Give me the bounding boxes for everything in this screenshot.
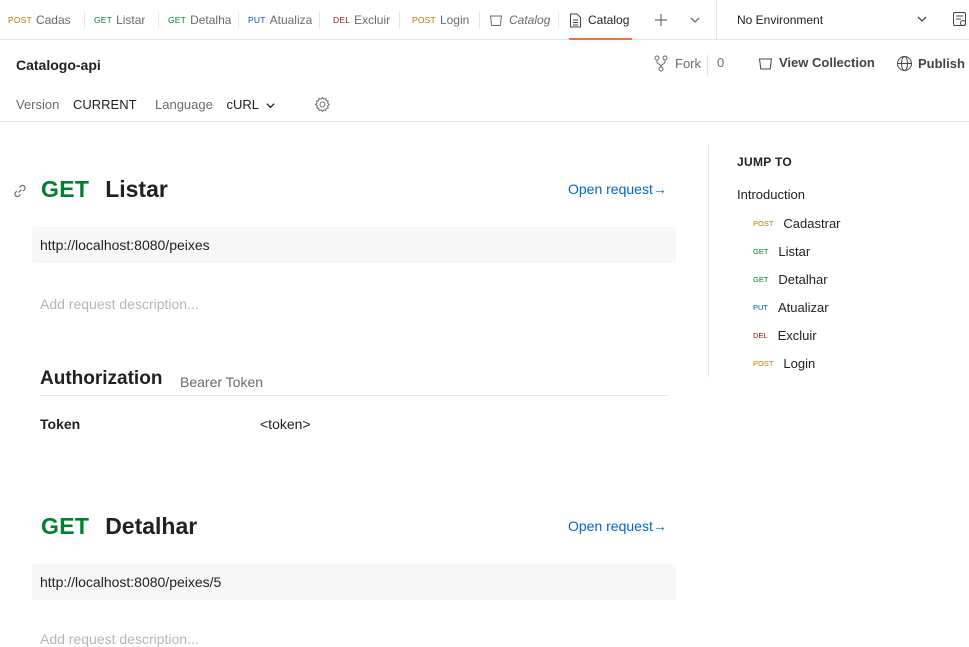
request-name: Listar (105, 176, 168, 202)
method-badge: PUT (248, 15, 266, 25)
authorization-type: Bearer Token (180, 374, 264, 390)
request-url: http://localhost:8080/peixes/5 (32, 564, 676, 600)
open-request-link[interactable]: Open request→ (568, 181, 667, 197)
method-badge: GET (753, 247, 769, 256)
tab-post-login[interactable]: POST Login (412, 0, 480, 40)
jump-to-item-login[interactable]: POST Login (753, 356, 815, 371)
tab-get-detalhar[interactable]: GET Detalha (168, 0, 239, 40)
request-heading: GET Detalhar (41, 513, 197, 540)
collection-icon (489, 13, 503, 27)
divider (40, 395, 668, 396)
tab-label: Catalog (509, 13, 551, 27)
method-badge: GET (168, 15, 187, 25)
method-badge: GET (94, 15, 113, 25)
jump-to-item-label: Detalhar (778, 272, 828, 287)
method-badge: GET (753, 275, 769, 284)
globe-icon (896, 55, 913, 72)
jump-to-item-atualizar[interactable]: PUT Atualizar (753, 300, 829, 315)
jump-to-item-label: Listar (778, 244, 811, 259)
request-url: http://localhost:8080/peixes (32, 227, 676, 263)
tab-label: Cadas (35, 13, 71, 27)
jump-to-item-label: Excluir (777, 328, 817, 343)
version-label: Version (16, 97, 60, 112)
environment-selector[interactable]: No Environment (716, 0, 946, 40)
publish-button[interactable]: Publish (896, 55, 965, 72)
document-icon (569, 13, 582, 28)
language-value: cURL (226, 97, 259, 112)
tab-del-excluir[interactable]: DEL Excluir (333, 0, 400, 40)
language-selector[interactable]: Language cURL (155, 97, 259, 112)
tab-label: Atualiza (269, 13, 313, 27)
request-heading: GET Listar (41, 176, 168, 203)
request-method: GET (41, 176, 90, 202)
tab-label: Listar (116, 13, 146, 27)
new-tab-plus-icon[interactable] (653, 12, 669, 28)
gear-icon[interactable] (314, 96, 331, 113)
jump-to-item-label: Atualizar (778, 300, 829, 315)
tab-docs-catalogo[interactable]: Catalog (569, 0, 632, 40)
sidebar-divider (708, 145, 709, 377)
request-description-placeholder[interactable]: Add request description... (40, 631, 199, 647)
tab-get-listar[interactable]: GET Listar (94, 0, 159, 40)
chevron-down-icon[interactable] (265, 100, 276, 111)
tabs-dropdown-chevron-icon[interactable] (689, 14, 701, 26)
jump-to-item-detalhar[interactable]: GET Detalhar (753, 272, 828, 287)
open-request-link[interactable]: Open request→ (568, 518, 667, 534)
jump-to-item-cadastrar[interactable]: POST Cadastrar (753, 216, 841, 231)
token-key: Token (40, 416, 81, 432)
tab-collection-catalogo[interactable]: Catalog (489, 0, 559, 40)
method-badge: POST (8, 15, 32, 25)
language-label: Language (155, 97, 213, 112)
jump-to-title: JUMP TO (737, 155, 793, 169)
jump-to-item-label: Login (783, 356, 816, 371)
version-value: CURRENT (73, 97, 137, 112)
fork-label: Fork (675, 56, 701, 71)
jump-to-introduction[interactable]: Introduction (737, 187, 805, 202)
divider (0, 121, 969, 122)
collection-title: Catalogo-api (16, 57, 101, 73)
method-badge: POST (412, 15, 436, 25)
version-selector[interactable]: Version CURRENT (16, 97, 137, 112)
tab-label: Catalog (588, 13, 630, 27)
publish-label: Publish (918, 56, 965, 71)
jump-to-item-excluir[interactable]: DEL Excluir (753, 328, 817, 343)
jump-to-item-listar[interactable]: GET Listar (753, 244, 810, 259)
tab-post-cadastrar[interactable]: POST Cadas (8, 0, 85, 40)
method-badge: POST (753, 219, 774, 228)
request-name: Detalhar (105, 513, 198, 539)
tab-put-atualizar[interactable]: PUT Atualiza (248, 0, 320, 40)
chevron-down-icon (916, 13, 928, 25)
fork-icon (653, 55, 669, 72)
jump-to-item-label: Cadastrar (783, 216, 841, 231)
divider (707, 55, 708, 75)
environment-label: No Environment (737, 13, 824, 27)
method-badge: DEL (333, 15, 351, 25)
active-tab-indicator (569, 38, 632, 40)
fork-button[interactable]: Fork (653, 55, 701, 72)
tab-label: Login (439, 13, 470, 27)
fork-count: 0 (717, 55, 725, 70)
tab-label: Excluir (354, 13, 391, 27)
view-collection-button[interactable]: View Collection (758, 55, 875, 70)
collection-icon (758, 56, 773, 70)
method-badge: DEL (753, 331, 768, 340)
token-value: <token> (260, 416, 311, 432)
environment-quick-look-icon[interactable] (952, 11, 968, 28)
authorization-heading: Authorization (40, 368, 163, 389)
tab-label: Detalha (190, 13, 232, 27)
request-method: GET (41, 513, 90, 539)
link-icon[interactable] (12, 183, 28, 199)
tab-bar: POST Cadas GET Listar GET Detalha PUT At… (0, 0, 969, 40)
view-collection-label: View Collection (779, 55, 875, 70)
request-description-placeholder[interactable]: Add request description... (40, 296, 199, 312)
method-badge: POST (753, 359, 774, 368)
method-badge: PUT (753, 303, 768, 312)
